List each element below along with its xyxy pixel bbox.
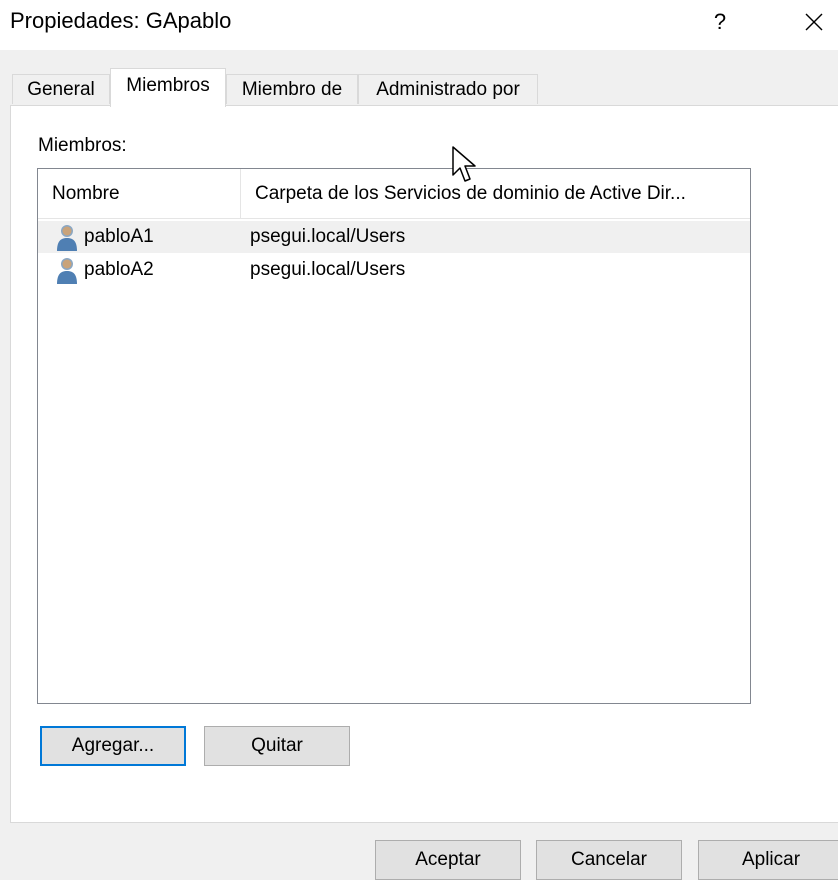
remove-button[interactable]: Quitar bbox=[204, 726, 350, 766]
tab-general[interactable]: General bbox=[12, 74, 110, 104]
list-item[interactable]: pabloA2 psegui.local/Users bbox=[38, 254, 750, 286]
list-item[interactable]: pabloA1 psegui.local/Users bbox=[38, 221, 750, 253]
tab-strip: General Miembros Miembro de Administrado… bbox=[10, 68, 830, 107]
title-bar: Propiedades: GApablo ? bbox=[0, 0, 838, 50]
apply-button[interactable]: Aplicar bbox=[698, 840, 838, 880]
window-title: Propiedades: GApablo bbox=[10, 8, 232, 33]
cancel-button[interactable]: Cancelar bbox=[536, 840, 682, 880]
add-button[interactable]: Agregar... bbox=[40, 726, 186, 766]
members-list[interactable]: Nombre Carpeta de los Servicios de domin… bbox=[37, 168, 751, 704]
help-button[interactable]: ? bbox=[700, 4, 740, 40]
user-icon bbox=[57, 225, 77, 251]
list-header: Nombre Carpeta de los Servicios de domin… bbox=[38, 169, 750, 219]
member-folder: psegui.local/Users bbox=[250, 259, 406, 280]
tab-miembros[interactable]: Miembros bbox=[110, 68, 226, 107]
mouse-cursor-icon bbox=[452, 146, 476, 182]
column-header-carpeta[interactable]: Carpeta de los Servicios de dominio de A… bbox=[241, 169, 750, 218]
member-name: pabloA1 bbox=[84, 226, 154, 247]
tab-miembro-de[interactable]: Miembro de bbox=[226, 74, 358, 104]
close-icon bbox=[805, 13, 823, 31]
members-label: Miembros: bbox=[38, 135, 127, 156]
ok-button[interactable]: Aceptar bbox=[375, 840, 521, 880]
column-header-nombre[interactable]: Nombre bbox=[38, 169, 241, 218]
close-button[interactable] bbox=[796, 4, 832, 40]
member-name: pabloA2 bbox=[84, 259, 154, 280]
user-icon bbox=[57, 258, 77, 284]
tab-administrado-por[interactable]: Administrado por bbox=[358, 74, 538, 104]
member-folder: psegui.local/Users bbox=[250, 226, 406, 247]
